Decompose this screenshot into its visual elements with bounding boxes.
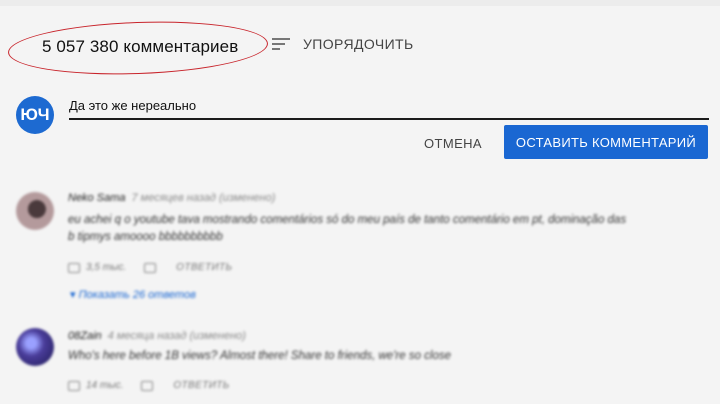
comment-item: 08Zain 4 месяца назад (изменено) Who's he… — [0, 322, 720, 404]
comment-author[interactable]: 08Zain — [68, 330, 102, 342]
comment-author-line: Neko Sama 7 месяцев назад (изменено) — [68, 192, 275, 204]
dislike-icon[interactable] — [144, 262, 157, 273]
like-icon[interactable] — [68, 262, 80, 273]
like-count: 3,5 тыс. — [86, 262, 127, 273]
comment-item: Neko Sama 7 месяцев назад (изменено) eu a… — [0, 182, 720, 312]
top-divider — [0, 0, 720, 6]
comments-header: 5 057 380 комментариев УПОРЯДОЧИТЬ — [0, 17, 720, 79]
show-replies-link[interactable]: ▾ Показать 26 ответов — [70, 288, 196, 301]
comment-count: 5 057 380 комментариев — [42, 37, 239, 56]
like-icon[interactable] — [68, 380, 80, 391]
comment-meta: 7 месяцев назад (изменено) — [131, 192, 276, 204]
reply-button[interactable]: ОТВЕТИТЬ — [173, 380, 229, 391]
reply-button[interactable]: ОТВЕТИТЬ — [176, 262, 232, 273]
sort-button[interactable]: УПОРЯДОЧИТЬ — [272, 36, 414, 52]
comment-text: eu achei q o youtube tava mostrando come… — [68, 214, 627, 243]
comment-actions: 3,5 тыс. ОТВЕТИТЬ — [68, 262, 232, 273]
sort-icon — [272, 36, 290, 52]
user-avatar: ЮЧ — [16, 96, 54, 134]
submit-comment-button[interactable]: ОСТАВИТЬ КОММЕНТАРИЙ — [504, 125, 708, 159]
sort-label: УПОРЯДОЧИТЬ — [303, 36, 414, 52]
comment-input[interactable] — [69, 92, 709, 118]
dislike-icon[interactable] — [141, 380, 154, 391]
input-underline — [69, 118, 709, 120]
comment-author-line: 08Zain 4 месяца назад (изменено) — [68, 330, 246, 342]
comment-text: Who's here before 1B views? Almost there… — [68, 350, 452, 362]
cancel-button[interactable]: ОТМЕНА — [410, 126, 496, 160]
like-count: 14 тыс. — [86, 380, 124, 391]
comment-input-wrap — [69, 92, 709, 120]
commenter-avatar[interactable] — [16, 328, 54, 366]
commenter-avatar[interactable] — [16, 192, 54, 230]
comment-actions: 14 тыс. ОТВЕТИТЬ — [68, 380, 230, 391]
comment-meta: 4 месяца назад (изменено) — [107, 330, 246, 342]
comment-author[interactable]: Neko Sama — [68, 192, 125, 204]
